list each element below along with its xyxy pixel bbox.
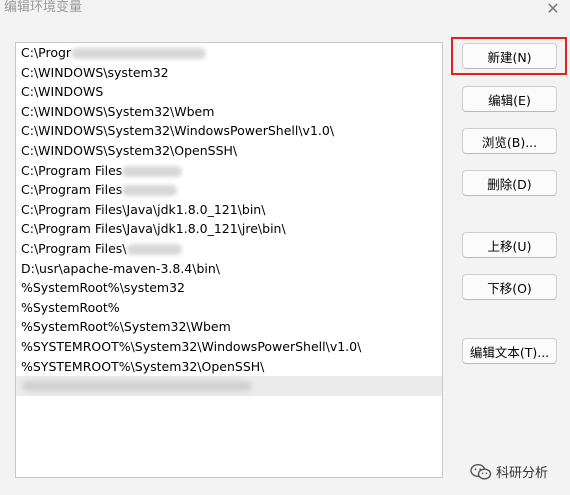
edit-button[interactable]: 编辑(E) <box>462 86 557 112</box>
redaction-blur <box>71 48 207 59</box>
list-item[interactable]: C:\WINDOWS\System32\Wbem <box>16 102 442 122</box>
list-item-text: C:\Program Files\ <box>21 240 127 256</box>
new-button[interactable]: 新建(N) <box>462 43 557 69</box>
list-item[interactable]: %SYSTEMROOT%\System32\WindowsPowerShell\… <box>16 337 442 357</box>
move-down-button[interactable]: 下移(O) <box>462 274 557 300</box>
list-item[interactable]: C:\Program Files <box>16 161 442 181</box>
list-item-text: C:\Progr <box>21 45 72 60</box>
list-item-text: C:\Program Files\Java\jdk1.8.0_121\bin\ <box>21 201 266 217</box>
list-item[interactable]: C:\Program Files\Java\jdk1.8.0_121\jre\b… <box>16 219 442 239</box>
redaction-blur <box>126 243 182 255</box>
list-item[interactable]: %SYSTEMROOT%\System32\OpenSSH\ <box>16 357 442 377</box>
window-title: 编辑环境变量 <box>4 0 83 15</box>
list-item[interactable]: C:\WINDOWS <box>16 82 442 102</box>
list-item[interactable]: C:\WINDOWS\System32\WindowsPowerShell\v1… <box>16 121 442 141</box>
title-bar: 编辑环境变量 ✕ <box>0 0 570 22</box>
list-item[interactable]: C:\WINDOWS\system32 <box>16 63 442 83</box>
browse-button[interactable]: 浏览(B)... <box>462 128 557 154</box>
list-item-text: C:\Program Files <box>21 162 123 178</box>
list-item[interactable]: C:\Program Files <box>16 180 442 200</box>
list-item[interactable]: C:\WINDOWS\System32\OpenSSH\ <box>16 141 442 161</box>
close-icon[interactable]: ✕ <box>542 0 564 19</box>
list-item-text: C:\WINDOWS\System32\WindowsPowerShell\v1… <box>21 123 335 139</box>
list-item[interactable]: C:\Program Files\Java\jdk1.8.0_121\bin\ <box>16 200 442 220</box>
move-up-button[interactable]: 上移(U) <box>462 232 557 258</box>
redaction-blur <box>122 185 178 197</box>
list-item[interactable]: C:\Progr <box>16 43 442 63</box>
list-item[interactable]: %SystemRoot%\System32\Wbem <box>16 317 442 337</box>
list-item-text: C:\Program Files\Java\jdk1.8.0_121\jre\b… <box>21 221 286 237</box>
watermark: 科研分析 <box>470 462 548 481</box>
list-item-text: %SystemRoot%\system32 <box>21 280 185 296</box>
path-list[interactable]: C:\Progr C:\WINDOWS\system32 C:\WINDOWS … <box>15 42 443 478</box>
list-item-text: %SystemRoot%\System32\Wbem <box>21 319 231 335</box>
list-item-text: C:\WINDOWS\System32\OpenSSH\ <box>21 142 238 158</box>
edit-text-button[interactable]: 编辑文本(T)... <box>462 338 557 364</box>
redaction-blur <box>22 381 252 392</box>
wechat-icon <box>470 463 492 481</box>
list-item-text: %SYSTEMROOT%\System32\OpenSSH\ <box>21 358 265 374</box>
list-item-text: D:\usr\apache-maven-3.8.4\bin\ <box>21 260 220 276</box>
list-item-selected[interactable] <box>16 376 442 396</box>
list-item-text: C:\WINDOWS <box>21 84 104 100</box>
list-item[interactable]: D:\usr\apache-maven-3.8.4\bin\ <box>16 259 442 279</box>
list-item-text: %SYSTEMROOT%\System32\WindowsPowerShell\… <box>21 338 362 354</box>
watermark-text: 科研分析 <box>496 466 549 481</box>
list-item[interactable]: %SystemRoot%\system32 <box>16 278 442 298</box>
list-item-text: C:\WINDOWS\system32 <box>21 64 169 80</box>
list-item[interactable]: %SystemRoot% <box>16 298 442 318</box>
delete-button[interactable]: 删除(D) <box>462 170 557 196</box>
list-item-text: C:\Program Files <box>21 182 123 198</box>
list-item-text: C:\WINDOWS\System32\Wbem <box>21 103 215 119</box>
list-item[interactable]: C:\Program Files\ <box>16 239 442 259</box>
redaction-blur <box>122 165 183 177</box>
list-item-text: %SystemRoot% <box>21 299 120 315</box>
